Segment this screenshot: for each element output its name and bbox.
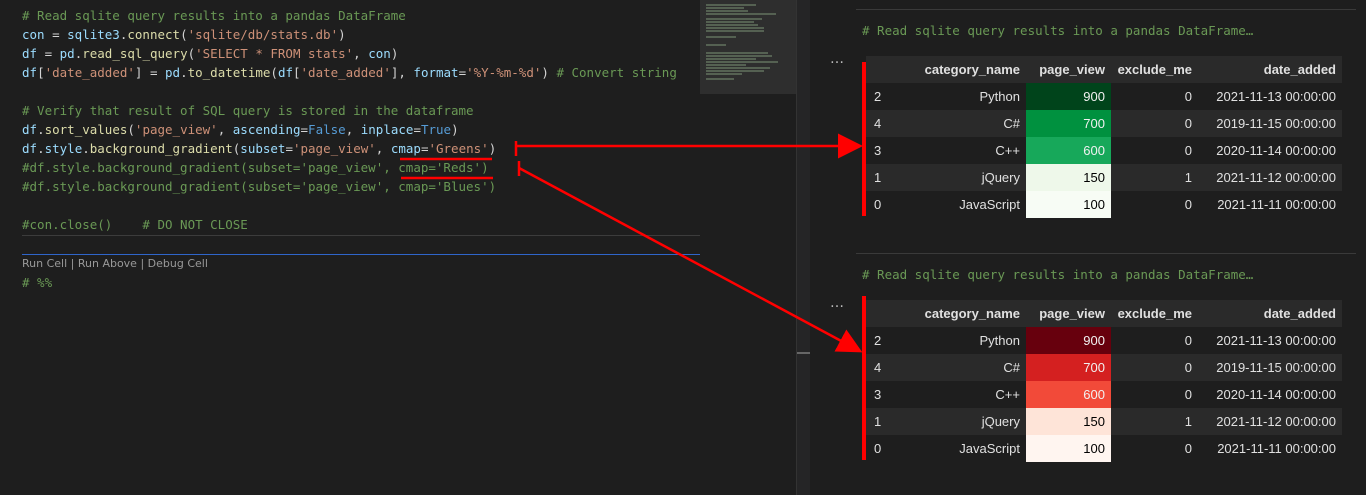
annotation-arrows: [400, 62, 866, 460]
arrow-reds: [518, 166, 863, 353]
